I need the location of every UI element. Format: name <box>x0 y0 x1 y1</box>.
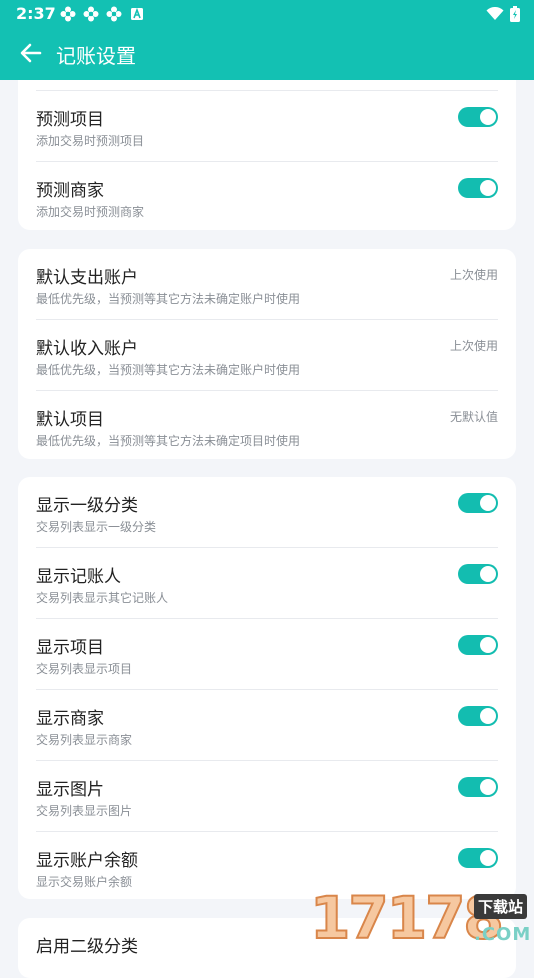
setting-title: 显示记账人 <box>36 567 121 587</box>
toggle-knob <box>480 850 496 866</box>
show-primary-category-toggle[interactable] <box>458 493 498 513</box>
setting-title: 显示图片 <box>36 780 104 800</box>
watermark-tag: 下载站 <box>474 894 528 919</box>
top-bar: 2:37 记账设置 <box>0 0 534 80</box>
setting-title: 显示一级分类 <box>36 496 138 516</box>
toggle-knob <box>480 708 496 724</box>
setting-row-predict-project[interactable]: 预测项目 添加交易时预测项目 <box>36 91 498 162</box>
setting-desc: 最低优先级，当预测等其它方法未确定账户时使用 <box>36 363 301 377</box>
setting-desc: 交易列表显示项目 <box>36 662 133 676</box>
setting-title: 默认项目 <box>36 410 104 430</box>
a-icon <box>131 7 143 20</box>
show-merchant-toggle[interactable] <box>458 706 498 726</box>
setting-desc: 交易列表显示图片 <box>36 804 133 818</box>
setting-title: 显示商家 <box>36 709 104 729</box>
card-prediction: 预测项目 添加交易时预测项目 预测商家 添加交易时预测商家 <box>18 80 516 230</box>
setting-row-show-project[interactable]: 显示项目 交易列表显示项目 <box>36 619 498 690</box>
toggle-knob <box>480 109 496 125</box>
setting-title: 默认收入账户 <box>36 339 138 359</box>
show-project-toggle[interactable] <box>458 635 498 655</box>
toggle-knob <box>480 495 496 511</box>
divider <box>36 80 498 91</box>
setting-title: 预测商家 <box>36 181 104 201</box>
wifi-icon <box>486 7 504 20</box>
toggle-knob <box>480 566 496 582</box>
flower-icon <box>60 6 76 22</box>
status-time: 2:37 <box>16 4 56 23</box>
battery-icon <box>510 6 520 22</box>
setting-row-default-project[interactable]: 默认项目 最低优先级，当预测等其它方法未确定项目时使用 无默认值 <box>36 391 498 459</box>
setting-desc: 最低优先级，当预测等其它方法未确定项目时使用 <box>36 434 301 448</box>
page-title: 记账设置 <box>56 44 136 68</box>
show-image-toggle[interactable] <box>458 777 498 797</box>
setting-desc: 添加交易时预测商家 <box>36 205 145 219</box>
setting-value: 无默认值 <box>449 410 498 424</box>
toggle-knob <box>480 779 496 795</box>
setting-row-show-image[interactable]: 显示图片 交易列表显示图片 <box>36 761 498 832</box>
setting-title: 预测项目 <box>36 110 104 130</box>
setting-row-default-income-account[interactable]: 默认收入账户 最低优先级，当预测等其它方法未确定账户时使用 上次使用 <box>36 320 498 391</box>
toggle-knob <box>480 180 496 196</box>
setting-title: 启用二级分类 <box>36 937 138 957</box>
flower-icon <box>83 6 99 22</box>
predict-merchant-toggle[interactable] <box>458 178 498 198</box>
setting-row-show-bookkeeper[interactable]: 显示记账人 交易列表显示其它记账人 <box>36 548 498 619</box>
card-display: 显示一级分类 交易列表显示一级分类 显示记账人 交易列表显示其它记账人 显示项目… <box>18 477 516 899</box>
setting-title: 显示账户余额 <box>36 851 138 871</box>
setting-row-default-expense-account[interactable]: 默认支出账户 最低优先级，当预测等其它方法未确定账户时使用 上次使用 <box>36 249 498 320</box>
setting-desc: 最低优先级，当预测等其它方法未确定账户时使用 <box>36 292 301 306</box>
setting-desc: 交易列表显示其它记账人 <box>36 591 169 605</box>
setting-row-show-merchant[interactable]: 显示商家 交易列表显示商家 <box>36 690 498 761</box>
setting-title: 显示项目 <box>36 638 104 658</box>
predict-project-toggle[interactable] <box>458 107 498 127</box>
setting-title: 默认支出账户 <box>36 268 138 288</box>
status-left-icons <box>60 6 145 22</box>
setting-desc: 交易列表显示一级分类 <box>36 520 157 534</box>
flower-icon <box>106 6 122 22</box>
show-bookkeeper-toggle[interactable] <box>458 564 498 584</box>
card-defaults: 默认支出账户 最低优先级，当预测等其它方法未确定账户时使用 上次使用 默认收入账… <box>18 249 516 459</box>
status-right-icons <box>486 6 520 22</box>
setting-desc: 显示交易账户余额 <box>36 875 133 889</box>
app-bar: 记账设置 <box>0 28 534 80</box>
setting-desc: 添加交易时预测项目 <box>36 134 145 148</box>
setting-desc: 交易列表显示商家 <box>36 733 133 747</box>
setting-row-predict-merchant[interactable]: 预测商家 添加交易时预测商家 <box>36 162 498 230</box>
setting-value: 上次使用 <box>449 339 498 353</box>
status-bar: 2:37 <box>0 0 534 28</box>
setting-row-show-primary-category[interactable]: 显示一级分类 交易列表显示一级分类 <box>36 477 498 548</box>
arrow-left-icon[interactable] <box>18 40 44 66</box>
setting-value: 上次使用 <box>449 268 498 282</box>
watermark-logo: 17178 下载站 .COM <box>309 885 534 951</box>
toggle-knob <box>480 637 496 653</box>
show-account-balance-toggle[interactable] <box>458 848 498 868</box>
watermark-suffix: .COM <box>474 924 532 945</box>
